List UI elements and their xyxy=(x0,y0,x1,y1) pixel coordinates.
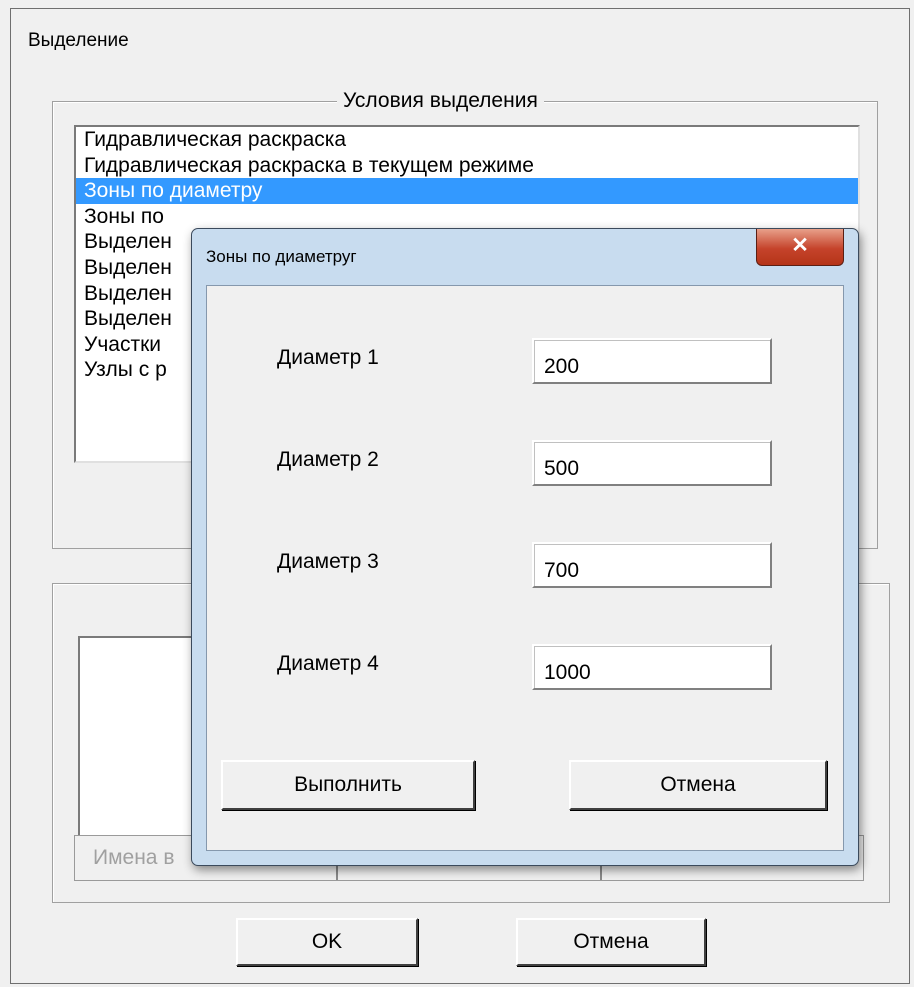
run-button[interactable]: Выполнить xyxy=(221,760,475,810)
run-button-label: Выполнить xyxy=(294,773,402,796)
diameter-4-label: Диаметр 4 xyxy=(277,652,379,675)
diameter-zones-dialog: Зоны по диаметруг ✕ Диаметр 1 Диаметр 2 … xyxy=(191,228,859,866)
list-item[interactable]: Зоны по xyxy=(76,204,858,230)
cancel-button[interactable]: Отмена xyxy=(516,918,706,966)
cancel-button-label: Отмена xyxy=(573,930,649,953)
window-title: Выделение xyxy=(28,30,129,51)
modal-client-area: Диаметр 1 Диаметр 2 Диаметр 3 Диаметр 4 … xyxy=(206,285,844,851)
close-icon[interactable]: ✕ xyxy=(756,229,844,266)
modal-title: Зоны по диаметруг xyxy=(206,247,357,266)
ok-button[interactable]: OK xyxy=(236,918,418,966)
modal-cancel-button-label: Отмена xyxy=(660,773,736,796)
ok-button-label: OK xyxy=(311,930,343,953)
diameter-3-field[interactable] xyxy=(532,542,772,588)
diameter-4-field[interactable] xyxy=(532,644,772,690)
diameter-2-field[interactable] xyxy=(532,440,772,486)
list-item[interactable]: Гидравлическая раскраска в текущем режим… xyxy=(76,153,858,179)
diameter-3-label: Диаметр 3 xyxy=(277,550,379,573)
diameter-1-field[interactable] xyxy=(532,338,772,384)
diameter-2-label: Диаметр 2 xyxy=(277,448,379,471)
list-item[interactable]: Гидравлическая раскраска xyxy=(76,127,858,153)
list-item-selected[interactable]: Зоны по диаметру xyxy=(76,178,858,204)
diameter-1-label: Диаметр 1 xyxy=(277,346,379,369)
modal-cancel-button[interactable]: Отмена xyxy=(569,760,827,810)
conditions-legend: Условия выделения xyxy=(337,89,544,113)
